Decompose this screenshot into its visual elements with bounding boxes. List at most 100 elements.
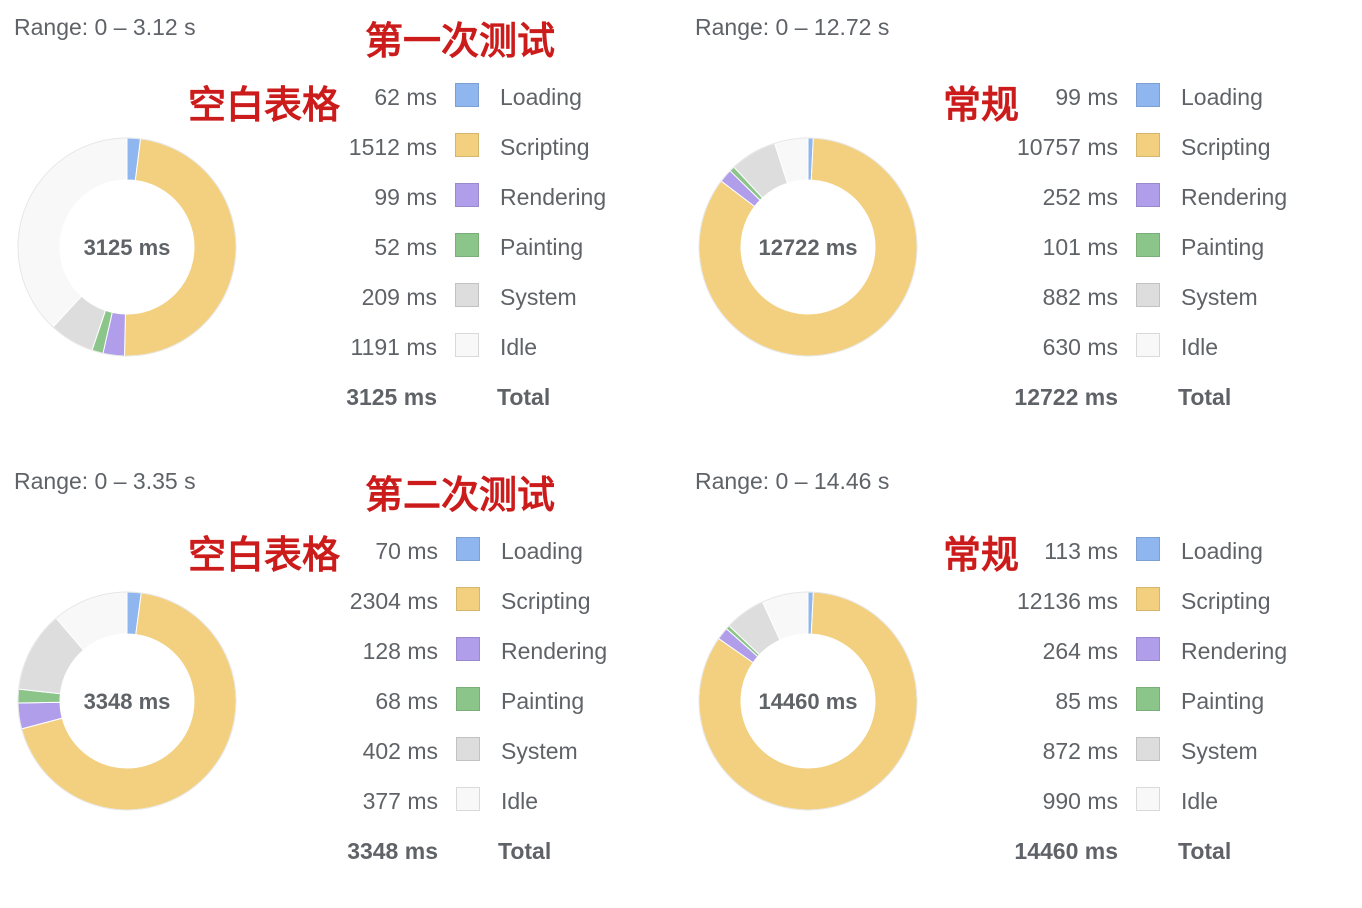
legend-label: System <box>500 284 577 310</box>
legend-swatch-system <box>1136 737 1160 761</box>
legend-row-system: 209 ms System <box>137 272 577 322</box>
legend-swatch-rendering <box>456 637 480 661</box>
legend-value: 3125 ms <box>346 384 437 410</box>
legend-row-loading: 113 ms Loading <box>818 526 1263 576</box>
legend-swatch-rendering <box>1136 637 1160 661</box>
legend-row-rendering: 128 ms Rendering <box>138 626 607 676</box>
legend-swatch-system <box>1136 283 1160 307</box>
legend-value: 252 ms <box>1042 184 1118 210</box>
legend-row-total: 3348 ms Total <box>138 826 551 876</box>
legend-value: 1512 ms <box>348 134 437 160</box>
legend-row-painting: 101 ms Painting <box>818 222 1264 272</box>
legend-value: 10757 ms <box>1016 134 1118 160</box>
legend-swatch-scripting <box>1136 133 1160 157</box>
legend-label: System <box>501 738 578 764</box>
legend-label: Scripting <box>500 134 590 160</box>
legend-swatch-loading <box>1136 537 1160 561</box>
legend-row-rendering: 264 ms Rendering <box>818 626 1287 676</box>
legend-swatch-idle <box>1136 787 1160 811</box>
legend-row-idle: 377 ms Idle <box>138 776 538 826</box>
legend-value: 14460 ms <box>1014 838 1118 864</box>
legend-swatch-painting <box>1136 233 1160 257</box>
legend-row-total: 3125 ms Total <box>137 372 550 422</box>
legend-value: 872 ms <box>1042 738 1118 764</box>
summary-panel-3: Range: 0 – 3.35 s 第二次测试 空白表格 3348 ms 70 … <box>0 454 680 908</box>
legend-row-idle: 630 ms Idle <box>818 322 1218 372</box>
legend-label: Total <box>1178 384 1232 410</box>
legend-value: 882 ms <box>1042 284 1118 310</box>
legend-label: Rendering <box>500 184 607 210</box>
legend-value: 113 ms <box>1044 538 1118 564</box>
summary-panel-1: Range: 0 – 3.12 s 第一次测试 空白表格 3125 ms 62 … <box>0 0 680 454</box>
legend-label: Scripting <box>1181 134 1271 160</box>
legend-swatch-scripting <box>1136 587 1160 611</box>
legend: 62 ms Loading 1512 ms Scripting 99 ms Renderi… <box>137 72 637 422</box>
legend-swatch-rendering <box>455 183 479 207</box>
legend-swatch-scripting <box>455 133 479 157</box>
legend-label: Painting <box>501 688 585 714</box>
legend-value: 990 ms <box>1042 788 1118 814</box>
legend-value: 68 ms <box>375 688 438 714</box>
legend-label: Rendering <box>501 638 608 664</box>
legend-row-system: 882 ms System <box>818 272 1258 322</box>
legend-value: 85 ms <box>1055 688 1118 714</box>
legend-value: 62 ms <box>374 84 437 110</box>
legend-label: Painting <box>1181 234 1265 260</box>
test-title: 第一次测试 <box>365 19 556 63</box>
legend-label: Total <box>498 838 552 864</box>
legend-swatch-rendering <box>1136 183 1160 207</box>
summary-panel-4: Range: 0 – 14.46 s 常规 14460 ms 113 ms Loa… <box>681 454 1361 908</box>
summary-panel-2: Range: 0 – 12.72 s 常规 12722 ms 99 ms Load… <box>681 0 1361 454</box>
legend-label: Idle <box>1181 334 1219 360</box>
legend-swatch-loading <box>456 537 480 561</box>
legend-row-total: 12722 ms Total <box>818 372 1231 422</box>
legend-label: Painting <box>500 234 584 260</box>
legend-row-scripting: 1512 ms Scripting <box>137 122 589 172</box>
legend-label: System <box>1181 284 1258 310</box>
legend-row-painting: 52 ms Painting <box>137 222 583 272</box>
legend-value: 402 ms <box>362 738 438 764</box>
legend-value: 377 ms <box>362 788 438 814</box>
legend-label: Loading <box>500 84 582 110</box>
legend-label: Loading <box>1181 538 1263 564</box>
legend-label: Rendering <box>1181 638 1288 664</box>
legend-row-rendering: 252 ms Rendering <box>818 172 1287 222</box>
legend-row-rendering: 99 ms Rendering <box>137 172 606 222</box>
legend-label: Idle <box>1181 788 1219 814</box>
legend-value: 12136 ms <box>1016 588 1118 614</box>
legend-label: Idle <box>500 334 538 360</box>
legend-value: 1191 ms <box>350 334 437 360</box>
legend-label: Painting <box>1181 688 1265 714</box>
legend-swatch-painting <box>455 233 479 257</box>
legend: 99 ms Loading 10757 ms Scripting 252 ms Rende… <box>818 72 1318 422</box>
legend-swatch-system <box>456 737 480 761</box>
legend-value: 3348 ms <box>347 838 438 864</box>
legend-row-loading: 99 ms Loading <box>818 72 1263 122</box>
legend-value: 70 ms <box>375 538 438 564</box>
legend-row-system: 872 ms System <box>818 726 1258 776</box>
legend-label: Scripting <box>501 588 591 614</box>
legend-label: Rendering <box>1181 184 1288 210</box>
legend-row-scripting: 10757 ms Scripting <box>818 122 1270 172</box>
legend-row-loading: 70 ms Loading <box>138 526 583 576</box>
range-label: Range: 0 – 3.12 s <box>14 14 196 40</box>
legend-label: System <box>1181 738 1258 764</box>
legend-row-scripting: 12136 ms Scripting <box>818 576 1270 626</box>
legend-label: Loading <box>1181 84 1263 110</box>
legend-value: 99 ms <box>1055 84 1118 110</box>
legend-swatch-loading <box>1136 83 1160 107</box>
legend-swatch-system <box>455 283 479 307</box>
legend-value: 12722 ms <box>1014 384 1118 410</box>
legend-row-total: 14460 ms Total <box>818 826 1231 876</box>
legend-value: 128 ms <box>362 638 438 664</box>
legend-swatch-idle <box>455 333 479 357</box>
legend-row-painting: 85 ms Painting <box>818 676 1264 726</box>
legend-value: 101 ms <box>1042 234 1118 260</box>
legend-row-idle: 1191 ms Idle <box>137 322 537 372</box>
legend-value: 264 ms <box>1042 638 1118 664</box>
legend-label: Idle <box>501 788 539 814</box>
legend-label: Total <box>497 384 551 410</box>
legend-label: Loading <box>501 538 583 564</box>
legend-swatch-painting <box>1136 687 1160 711</box>
legend-value: 630 ms <box>1042 334 1118 360</box>
